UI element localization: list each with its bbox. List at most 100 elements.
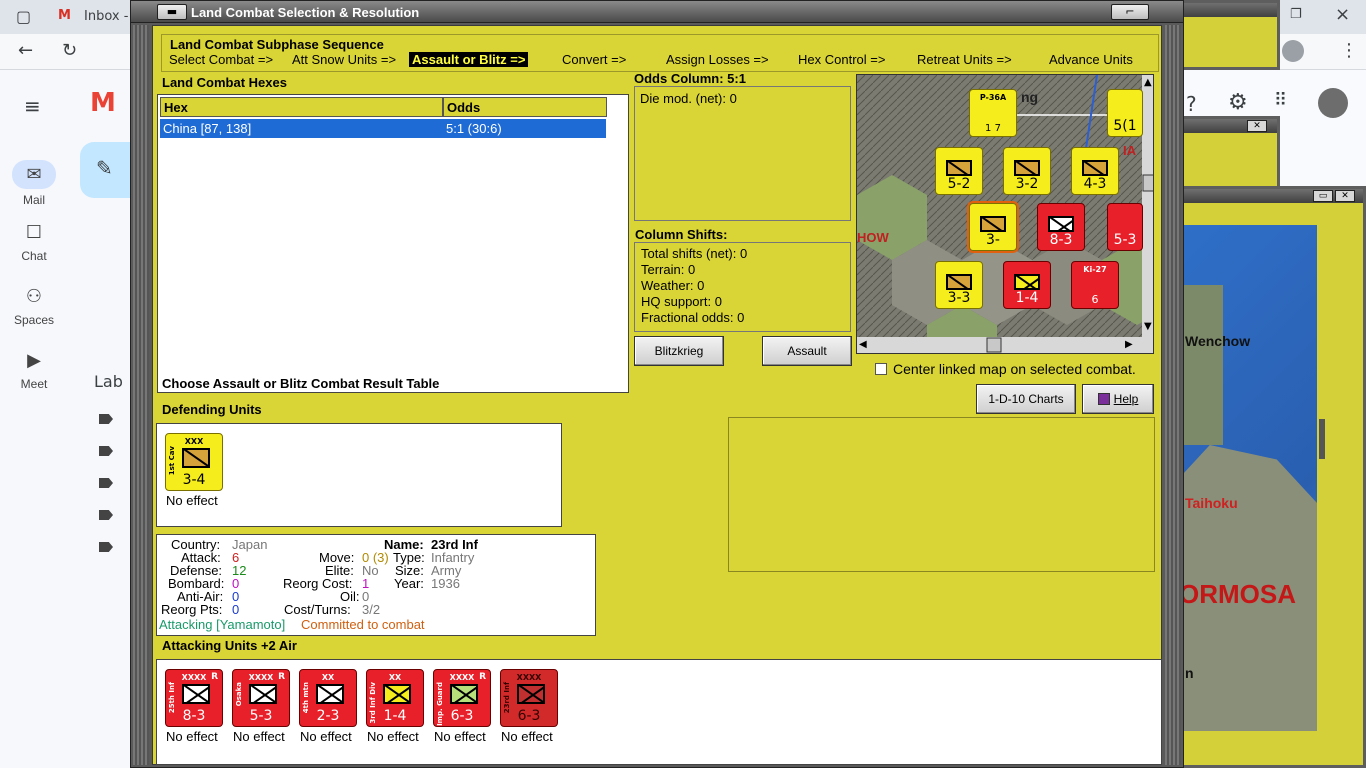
- compose-button[interactable]: ✎: [80, 142, 130, 198]
- bg-map-window-bottom: ▭ ✕ Wenchow Taihoku ORMOSA n: [1179, 186, 1366, 768]
- phase-assign-losses[interactable]: Assign Losses =>: [666, 52, 769, 67]
- blitzkrieg-button[interactable]: Blitzkrieg: [634, 336, 724, 366]
- bg-minimize-icon[interactable]: ▭: [1313, 190, 1333, 202]
- phase-retreat-units[interactable]: Retreat Units =>: [917, 52, 1012, 67]
- attacking-unit-counter[interactable]: XXXX R Imp. Guard 6-3: [433, 669, 491, 727]
- label-tag-icon[interactable]: [99, 446, 113, 456]
- assault-button[interactable]: Assault: [762, 336, 852, 366]
- column-header-hex[interactable]: Hex: [160, 97, 443, 117]
- help-button[interactable]: Help: [1082, 384, 1154, 414]
- label-tag-icon[interactable]: [99, 478, 113, 488]
- counter-strength: 5-2: [947, 176, 971, 192]
- map-counter[interactable]: P-36A 1 7: [969, 89, 1017, 137]
- phase-assault-or-blitz[interactable]: Assault or Blitz =>: [409, 52, 529, 67]
- attacking-unit-counter-selected[interactable]: XXXX 23rd Inf 6-3: [500, 669, 558, 727]
- bg-close-icon[interactable]: ✕: [1335, 190, 1355, 202]
- unit-strength: 8-3: [182, 708, 206, 724]
- map-vscroll-up-icon[interactable]: ▲: [1144, 77, 1152, 88]
- label-tag-icon[interactable]: [99, 510, 113, 520]
- gmail-logo[interactable]: M: [90, 88, 116, 118]
- rail-spaces[interactable]: ⚇ Spaces: [0, 286, 68, 327]
- map-counter[interactable]: 4-3: [1071, 147, 1119, 195]
- phase-att-snow-units[interactable]: Att Snow Units =>: [292, 52, 396, 67]
- map-vscroll-down-icon[interactable]: ▼: [1144, 321, 1152, 332]
- close-window-icon[interactable]: ×: [1335, 4, 1350, 25]
- phase-advance-units[interactable]: Advance Units: [1049, 52, 1133, 67]
- attacking-unit-counter[interactable]: XX 4th mtn 2-3: [299, 669, 357, 727]
- defending-unit-counter[interactable]: XXX 1st Cav 3-4: [165, 433, 223, 491]
- gmail-favicon-icon: M: [58, 8, 71, 23]
- window-title-bar[interactable]: ▬ Land Combat Selection & Resolution ⌐: [131, 1, 1183, 23]
- map-counter[interactable]: 5(1: [1107, 89, 1143, 137]
- reorgpts-label: Reorg Pts:: [161, 602, 223, 617]
- back-icon[interactable]: ←: [18, 40, 33, 61]
- map-counter[interactable]: 3-3: [935, 261, 983, 309]
- more-menu-icon[interactable]: ⋮: [1340, 40, 1358, 61]
- map-counter[interactable]: 1-4: [1003, 261, 1051, 309]
- map-counter[interactable]: 5-3: [1107, 203, 1143, 251]
- rail-mail[interactable]: ✉ Mail: [0, 160, 68, 207]
- bg-close-icon[interactable]: ✕: [1247, 120, 1267, 132]
- attacking-unit-counter[interactable]: XX 3rd Inf Div 1-4: [366, 669, 424, 727]
- unit-size-label: XXXX: [516, 673, 542, 682]
- odds-cell: 5:1 (30:6): [446, 121, 502, 136]
- minimize-icon[interactable]: ⌐: [1111, 4, 1149, 20]
- reserve-badge: R: [278, 672, 285, 682]
- rail-meet[interactable]: ▶ Meet: [0, 350, 68, 391]
- rail-chat[interactable]: ☐ Chat: [0, 222, 68, 263]
- map-counter-selected[interactable]: 3-: [967, 201, 1019, 253]
- map-hscroll-right-icon[interactable]: ▶: [1125, 339, 1133, 350]
- label-tag-icon[interactable]: [99, 542, 113, 552]
- attacking-units-panel: XXXX R 25th Inf 8-3 No effect XXXX R Osa…: [156, 659, 1162, 765]
- table-row[interactable]: China [87, 138] 5:1 (30:6): [160, 119, 606, 138]
- column-header-odds[interactable]: Odds: [443, 97, 607, 117]
- shift-total: Total shifts (net): 0: [641, 246, 748, 261]
- counter-strength: 3-2: [1015, 176, 1039, 192]
- apps-grid-icon[interactable]: ⠿: [1274, 90, 1287, 111]
- shift-terrain: Terrain: 0: [641, 262, 696, 277]
- pencil-icon: ✎: [96, 156, 113, 180]
- map-hscroll-left-icon[interactable]: ◀: [859, 339, 867, 350]
- shift-fractional-odds: Fractional odds: 0: [641, 310, 745, 325]
- map-counter[interactable]: 8-3: [1037, 203, 1085, 251]
- account-avatar[interactable]: [1318, 88, 1348, 118]
- label-tag-icon[interactable]: [99, 414, 113, 424]
- choose-crt-text: Choose Assault or Blitz Combat Result Ta…: [162, 376, 440, 391]
- combat-hexes-table[interactable]: Hex Odds China [87, 138] 5:1 (30:6): [157, 94, 629, 393]
- counter-strength: 4-3: [1083, 176, 1107, 192]
- bg-map-window-titlebar: [1183, 3, 1277, 17]
- sidebar-toggle-icon[interactable]: ▢: [16, 7, 31, 26]
- settings-gear-icon[interactable]: ⚙: [1228, 90, 1248, 115]
- center-map-label: Center linked map on selected combat.: [893, 361, 1136, 377]
- main-menu-icon[interactable]: ≡: [24, 94, 41, 118]
- bg-map-canvas[interactable]: [1183, 225, 1317, 731]
- map-counter-aircraft[interactable]: Ki-27 6: [1071, 261, 1119, 309]
- cavalry-symbol-icon: [182, 448, 210, 468]
- center-map-checkbox[interactable]: [875, 363, 887, 375]
- map-counter[interactable]: 3-2: [1003, 147, 1051, 195]
- costturns-value: 3/2: [362, 602, 381, 617]
- bg-map-land-mainland: [1183, 285, 1223, 445]
- reload-icon[interactable]: ↻: [62, 40, 77, 61]
- profile-avatar[interactable]: [1282, 40, 1304, 62]
- help-circle-icon[interactable]: ?: [1186, 92, 1197, 116]
- map-counter[interactable]: 5-2: [935, 147, 983, 195]
- unit-strength: 6-3: [450, 708, 474, 724]
- system-menu-icon[interactable]: ▬: [157, 4, 187, 20]
- window-frame-right: [1165, 25, 1181, 765]
- charts-button[interactable]: 1-D-10 Charts: [976, 384, 1076, 414]
- phase-hex-control[interactable]: Hex Control =>: [798, 52, 885, 67]
- infantry-symbol-icon: [1082, 160, 1108, 176]
- attacking-unit-counter[interactable]: XXXX R 25th Inf 8-3: [165, 669, 223, 727]
- phase-select-combat[interactable]: Select Combat =>: [169, 52, 273, 67]
- map-place-fragment: IA: [1123, 143, 1136, 158]
- restore-window-icon[interactable]: ❐: [1290, 7, 1302, 22]
- map-place-fragment: ng: [1021, 89, 1039, 105]
- bg-map-scrollbar[interactable]: [1319, 419, 1325, 459]
- linked-map-preview[interactable]: HOW IA ng P-36A 1 7 5-2 3-2 4-3 3- 8-3 3…: [856, 74, 1154, 354]
- mechanized-symbol-icon: [249, 684, 277, 704]
- mountain-symbol-icon: [316, 684, 344, 704]
- unit-strength: 3-4: [182, 472, 206, 488]
- phase-convert[interactable]: Convert =>: [562, 52, 626, 67]
- attacking-unit-counter[interactable]: XXXX R Osaka 5-3: [232, 669, 290, 727]
